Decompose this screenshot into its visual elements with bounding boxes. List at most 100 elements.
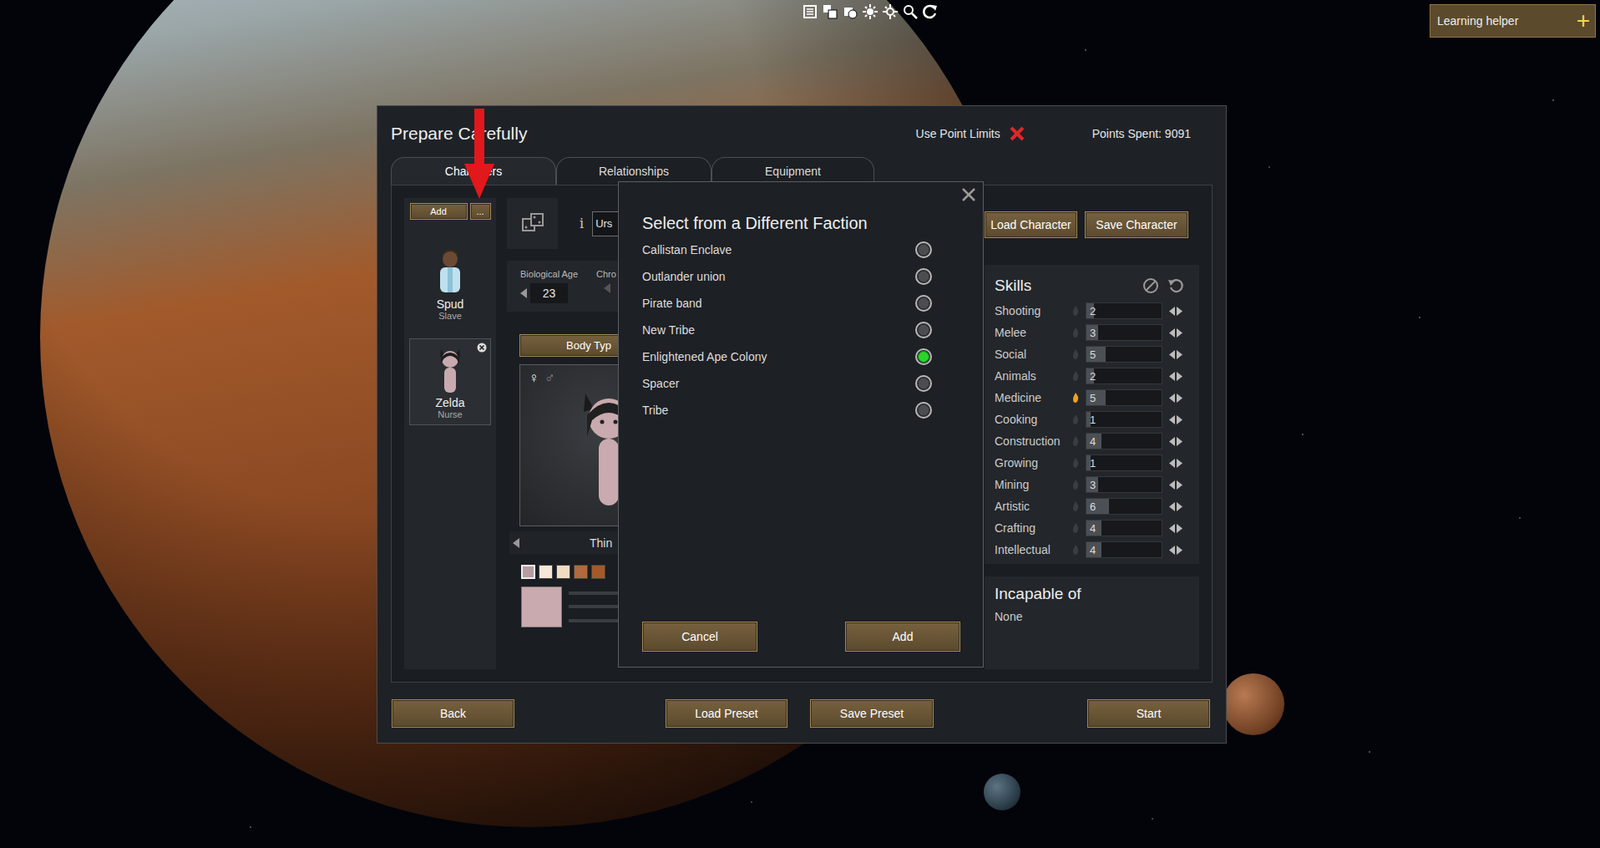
- character-role[interactable]: Slave: [438, 310, 462, 321]
- skin-swatch[interactable]: [556, 564, 571, 579]
- character-portrait-icon[interactable]: [433, 345, 467, 393]
- decrease-icon[interactable]: [1169, 393, 1175, 403]
- decrease-icon[interactable]: [603, 283, 611, 294]
- radio-button[interactable]: [915, 374, 932, 392]
- faction-option[interactable]: New Tribe: [642, 316, 932, 344]
- radio-button[interactable]: [915, 268, 932, 285]
- skill-value[interactable]: 4: [1086, 521, 1096, 535]
- character-entry[interactable]: SpudSlave: [409, 239, 492, 327]
- passion-flame-icon[interactable]: [1072, 392, 1079, 403]
- close-icon[interactable]: [961, 187, 977, 203]
- load-character-button[interactable]: Load Character: [984, 211, 1078, 238]
- character-portrait-icon[interactable]: [433, 247, 467, 294]
- skill-level-bar[interactable]: 1: [1085, 454, 1163, 471]
- sun-outline-icon[interactable]: [881, 3, 899, 21]
- info-icon[interactable]: i: [579, 215, 584, 232]
- skill-level-bar[interactable]: 3: [1085, 324, 1163, 341]
- radio-button[interactable]: [915, 321, 932, 339]
- skill-level-bar[interactable]: 4: [1085, 432, 1163, 450]
- gender-icon[interactable]: ♀: [528, 369, 540, 387]
- passion-flame-icon[interactable]: [1072, 501, 1079, 512]
- increase-icon[interactable]: [1176, 328, 1183, 338]
- faction-name[interactable]: Spacer: [642, 376, 679, 390]
- cancel-button[interactable]: Cancel: [642, 621, 758, 652]
- decrease-icon[interactable]: [1169, 436, 1175, 446]
- point-limits-toggle[interactable]: Use Point Limits: [916, 125, 1026, 142]
- save-preset-button[interactable]: Save Preset: [810, 698, 934, 728]
- radio-button[interactable]: [915, 241, 932, 259]
- character-name[interactable]: Spud: [436, 297, 465, 311]
- faction-name[interactable]: Tribe: [642, 403, 669, 417]
- skill-value[interactable]: 3: [1086, 326, 1096, 340]
- faction-option[interactable]: Outlander union: [642, 263, 932, 290]
- skill-level-bar[interactable]: 6: [1085, 497, 1163, 515]
- age-value-box[interactable]: 23: [530, 283, 568, 304]
- decrease-icon[interactable]: [1169, 328, 1175, 338]
- passion-flame-icon[interactable]: [1072, 305, 1079, 316]
- faction-option[interactable]: Tribe: [642, 396, 932, 424]
- start-button[interactable]: Start: [1087, 698, 1211, 728]
- increase-icon[interactable]: [1176, 480, 1183, 490]
- clouds-icon[interactable]: [841, 3, 859, 21]
- skill-level-bar[interactable]: 1: [1085, 410, 1163, 428]
- passion-flame-icon[interactable]: [1072, 544, 1079, 555]
- radio-button[interactable]: [915, 348, 932, 365]
- selected-color[interactable]: [521, 586, 563, 628]
- faction-name[interactable]: New Tribe: [642, 323, 695, 337]
- decrease-icon[interactable]: [1169, 501, 1175, 512]
- skill-level-bar[interactable]: 2: [1085, 367, 1163, 385]
- decrease-icon[interactable]: [1169, 349, 1175, 360]
- skin-swatch[interactable]: [591, 564, 606, 579]
- passion-flame-icon[interactable]: [1072, 349, 1079, 360]
- increase-icon[interactable]: [1176, 523, 1183, 533]
- passion-flame-icon[interactable]: [1072, 414, 1079, 425]
- increase-icon[interactable]: [1176, 545, 1183, 555]
- increase-icon[interactable]: [1176, 501, 1183, 512]
- passion-flame-icon[interactable]: [1072, 370, 1079, 381]
- cross-icon[interactable]: [1008, 125, 1026, 142]
- increase-icon[interactable]: [1176, 393, 1183, 403]
- plus-icon[interactable]: +: [1576, 9, 1590, 33]
- reset-icon[interactable]: [1167, 277, 1185, 294]
- decrease-icon[interactable]: [520, 288, 527, 299]
- passion-flame-icon[interactable]: [1072, 457, 1079, 468]
- radio-button[interactable]: [915, 401, 932, 419]
- increase-icon[interactable]: [1176, 436, 1183, 446]
- decrease-icon[interactable]: [1169, 371, 1175, 381]
- faction-name[interactable]: Callistan Enclave: [642, 243, 732, 257]
- increase-icon[interactable]: [1176, 458, 1183, 468]
- save-character-button[interactable]: Save Character: [1084, 211, 1189, 238]
- clear-icon[interactable]: [1142, 277, 1160, 294]
- skin-swatch[interactable]: [521, 564, 536, 579]
- skill-value[interactable]: 2: [1086, 304, 1096, 318]
- remove-icon[interactable]: [476, 342, 487, 353]
- skill-value[interactable]: 3: [1086, 478, 1096, 492]
- faction-option[interactable]: Enlightened Ape Colony: [642, 343, 932, 370]
- skill-value[interactable]: 1: [1086, 413, 1096, 426]
- decrease-icon[interactable]: [1169, 415, 1175, 425]
- decrease-icon[interactable]: [1169, 458, 1175, 468]
- decrease-icon[interactable]: [1169, 480, 1175, 490]
- add-button[interactable]: Add: [845, 621, 961, 652]
- skill-value[interactable]: 1: [1086, 456, 1096, 470]
- character-role[interactable]: Nurse: [437, 409, 462, 420]
- decrease-icon[interactable]: [1169, 306, 1175, 316]
- learning-helper-label[interactable]: Learning helper: [1437, 14, 1519, 28]
- list-icon[interactable]: [801, 3, 819, 21]
- increase-icon[interactable]: [1176, 415, 1183, 425]
- layers-icon[interactable]: [821, 3, 839, 21]
- skill-level-bar[interactable]: 3: [1085, 475, 1163, 493]
- previous-icon[interactable]: [512, 537, 520, 548]
- skill-value[interactable]: 4: [1086, 435, 1096, 448]
- age-value[interactable]: 23: [542, 286, 557, 300]
- faction-name[interactable]: Outlander union: [642, 269, 726, 284]
- passion-flame-icon[interactable]: [1072, 479, 1079, 490]
- skill-level-bar[interactable]: 5: [1085, 389, 1163, 406]
- faction-option[interactable]: Callistan Enclave: [642, 236, 932, 264]
- increase-icon[interactable]: [1176, 306, 1183, 316]
- body-type-value[interactable]: Thin: [589, 536, 613, 550]
- point-limits-label[interactable]: Use Point Limits: [916, 126, 1001, 141]
- learning-helper[interactable]: Learning helper +: [1429, 4, 1596, 38]
- add-character-button[interactable]: Add: [410, 202, 468, 220]
- faction-option[interactable]: Spacer: [642, 369, 932, 397]
